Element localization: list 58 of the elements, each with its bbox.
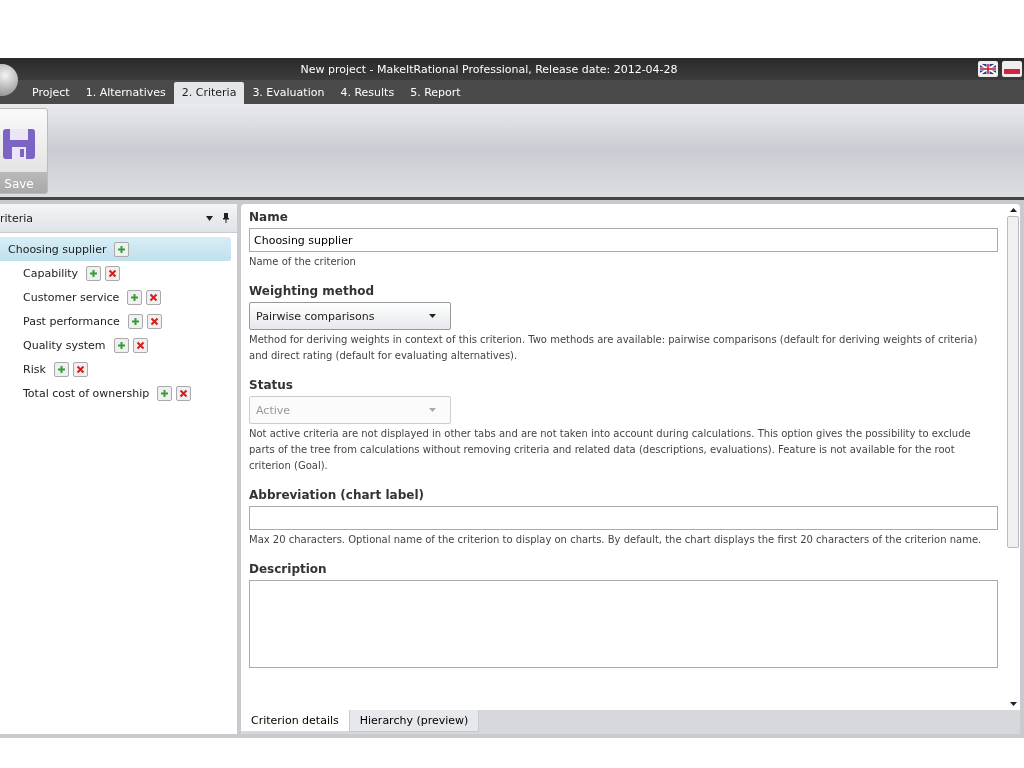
field-label: Abbreviation (chart label)	[249, 488, 425, 502]
tab[interactable]: 4. Results	[332, 82, 403, 104]
add-icon[interactable]	[86, 265, 102, 281]
tree-item[interactable]: Past performance	[0, 309, 231, 333]
delete-icon[interactable]	[105, 265, 121, 281]
tree-item-label: Past performance	[23, 314, 120, 328]
help-text: Name of the criterion	[249, 255, 357, 269]
delete-icon[interactable]	[176, 385, 192, 401]
dropdown-arrow-icon[interactable]	[206, 215, 213, 221]
tree-item[interactable]: Risk	[0, 357, 231, 381]
pin-icon[interactable]	[223, 213, 229, 223]
delete-icon[interactable]	[132, 337, 148, 353]
tree-item[interactable]: Quality system	[0, 333, 231, 357]
description-field[interactable]	[249, 580, 998, 668]
tab[interactable]: Project	[24, 82, 78, 104]
help-text: Max 20 characters. Optional name of the criterion to display on charts. By default, the chart displays the first 20 characters of the criterion name.	[249, 533, 983, 547]
delete-icon[interactable]	[72, 361, 88, 377]
field-label: Status	[249, 378, 294, 392]
add-icon[interactable]	[113, 337, 129, 353]
field-label: Description	[249, 562, 328, 576]
poland-flag-icon[interactable]	[1002, 61, 1022, 77]
input-field[interactable]: Choosing supplier	[249, 228, 998, 252]
tree-item[interactable]: Choosing supplier	[0, 237, 231, 261]
tree-item[interactable]: Total cost of ownership	[0, 381, 231, 405]
field-label: Weighting method	[249, 284, 376, 298]
tree-item[interactable]: Capability	[0, 261, 231, 285]
tab[interactable]: 1. Alternatives	[77, 82, 174, 104]
add-icon[interactable]	[127, 289, 143, 305]
caret-icon	[429, 314, 436, 318]
tab[interactable]: Hierarchy (preview)	[348, 710, 480, 732]
add-icon[interactable]	[127, 313, 143, 329]
tree-item-label: Customer service	[23, 290, 120, 304]
dropdown[interactable]: Pairwise comparisons	[249, 302, 451, 330]
tree-item[interactable]: Customer service	[0, 285, 231, 309]
tree-item-label: Choosing supplier	[8, 242, 107, 256]
scroll-up-icon[interactable]	[1009, 208, 1017, 212]
panel-title: riteria	[0, 211, 33, 225]
add-icon[interactable]	[157, 385, 173, 401]
delete-icon[interactable]	[146, 313, 162, 329]
tab[interactable]: 3. Evaluation	[244, 82, 333, 104]
field-label: Name	[249, 210, 289, 224]
help-text: Method for deriving weights in context of this criterion. Two methods are available: pairwise comparisons (default for deriving weights of criteria) and direct rating (default for evaluating alternatives).	[249, 333, 979, 363]
add-icon[interactable]	[114, 241, 130, 257]
tab[interactable]: 5. Report	[402, 82, 469, 104]
help-text: Not active criteria are not displayed in other tabs and are not taken into account during calculations. This option gives the possibility to exclude parts of the tree from calculations without removing criteria and related data (descriptions, evaluations). Feature is not available for the root criterion (Goal).	[249, 427, 972, 473]
tree-item-label: Total cost of ownership	[23, 386, 150, 400]
window-title: New project - MakeItRational Professional, Release date: 2012-04-28	[299, 62, 679, 76]
add-icon[interactable]	[53, 361, 69, 377]
tree-item-label: Risk	[23, 362, 46, 376]
tree-item-label: Capability	[23, 266, 79, 280]
delete-icon[interactable]	[146, 289, 162, 305]
scroll-down-icon[interactable]	[1009, 702, 1017, 706]
tree-item-label: Quality system	[23, 338, 106, 352]
input-field[interactable]	[249, 506, 998, 530]
tab[interactable]: Criterion details	[241, 710, 349, 731]
tab[interactable]: 2. Criteria	[173, 82, 245, 104]
caret-icon	[429, 408, 436, 412]
uk-flag-icon[interactable]	[978, 61, 998, 77]
